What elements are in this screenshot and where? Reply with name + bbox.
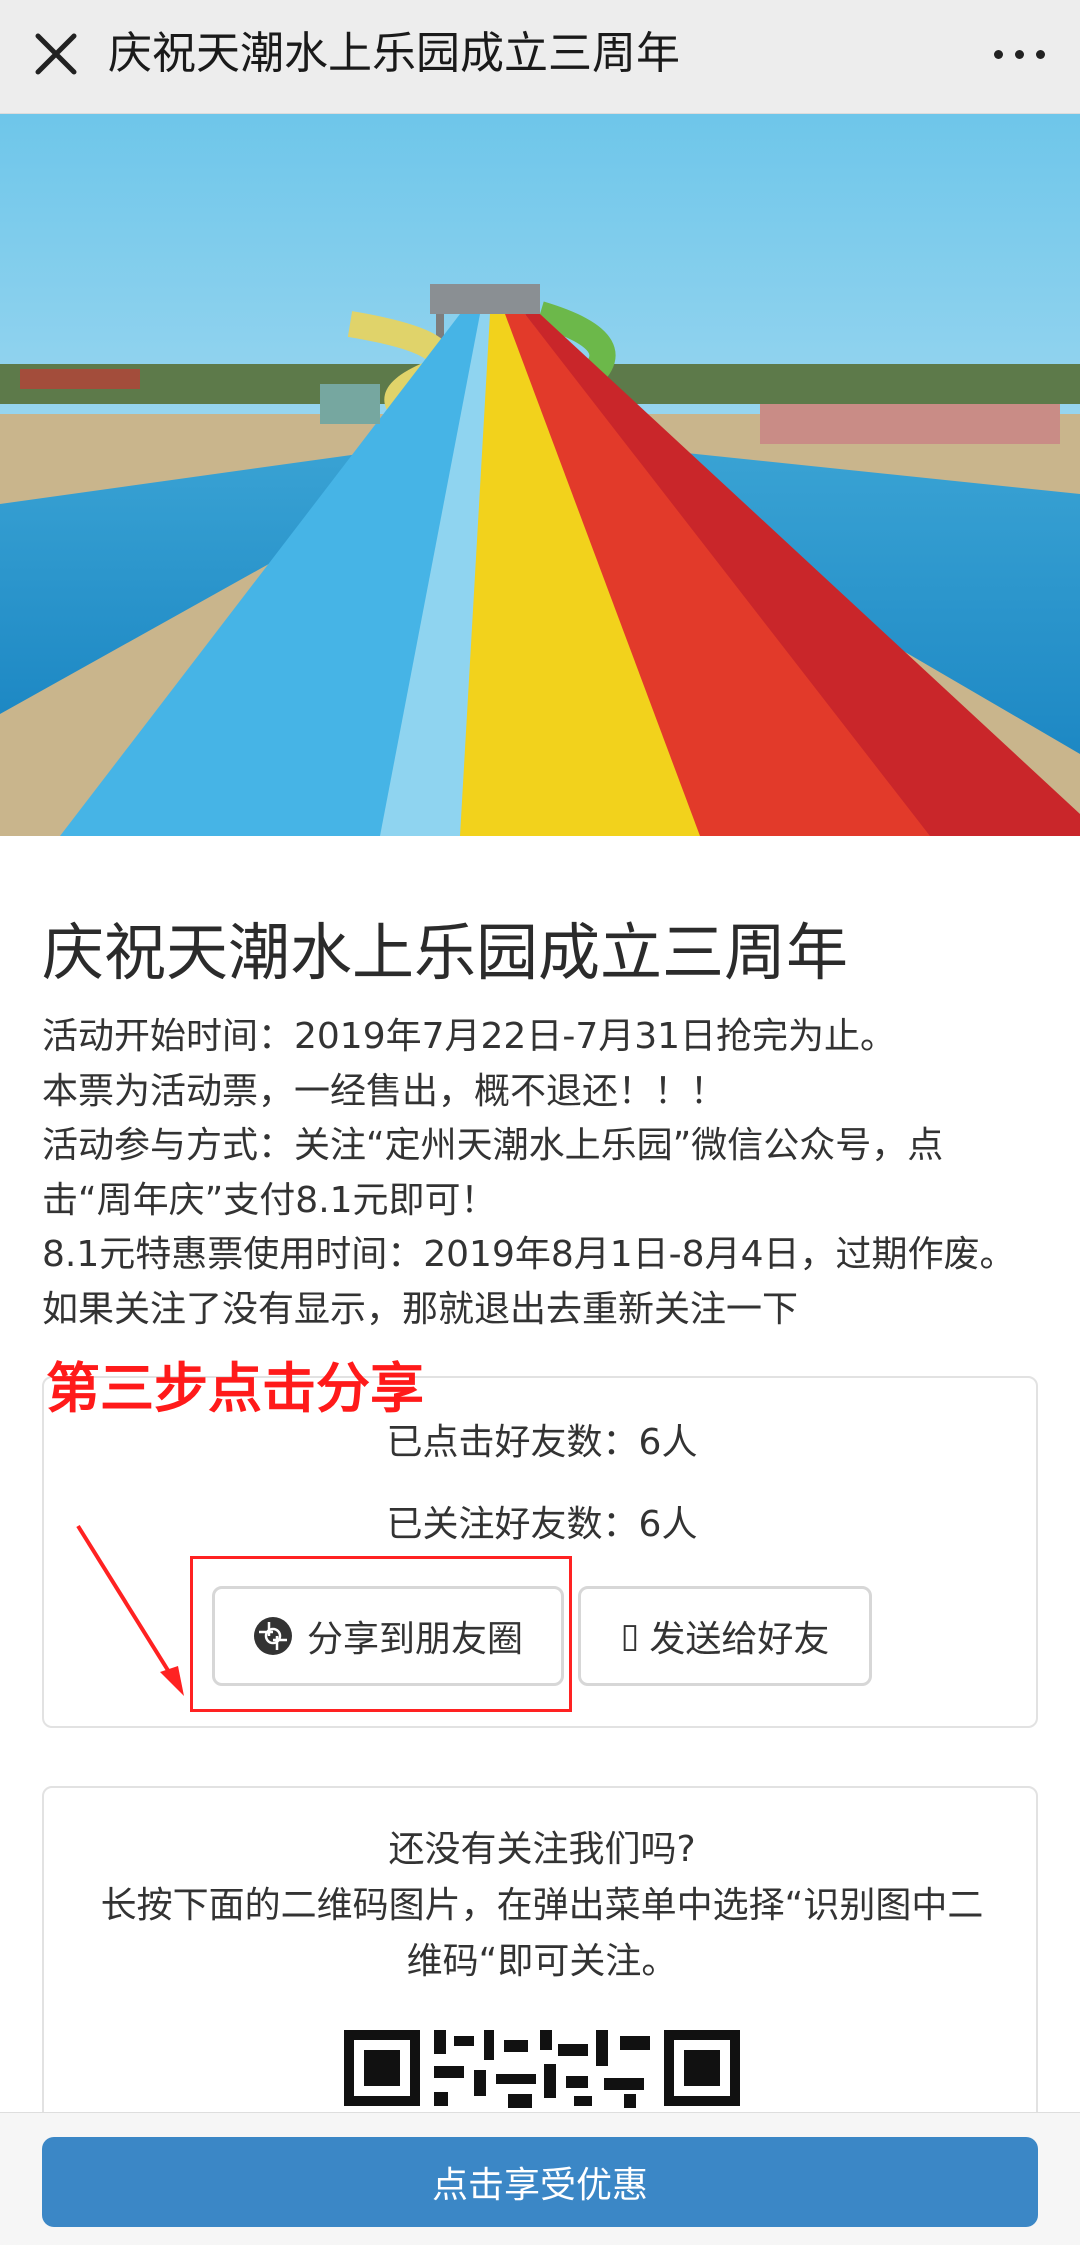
follow-question: 还没有关注我们吗? xyxy=(388,1829,696,1870)
page-title: 庆祝天潮水上乐园成立三周年 xyxy=(108,28,680,79)
friend-icon: ▯ xyxy=(620,1616,640,1656)
top-nav-bar: 庆祝天潮水上乐园成立三周年 xyxy=(0,0,1080,114)
close-icon[interactable] xyxy=(28,26,84,82)
desc-line: 活动开始时间：2019年7月22日-7月31日抢完为止。 xyxy=(42,1016,897,1057)
hero-image xyxy=(0,114,1080,836)
more-icon[interactable] xyxy=(990,28,1050,80)
step-annotation: 第三步点击分享 xyxy=(46,1357,424,1420)
send-to-friend-button[interactable]: ▯ 发送给好友 xyxy=(578,1586,872,1686)
clicked-friends-count: 已点击好友数：6人 xyxy=(386,1422,698,1463)
desc-line: 击“周年庆”支付8.1元即可！ xyxy=(42,1179,497,1221)
article-description: 活动开始时间：2019年7月22日-7月31日抢完为止。 本票为活动票，一经售出… xyxy=(42,1010,1038,1337)
desc-line: 活动参与方式：关注“定州天潮水上乐园”微信公众号，点 xyxy=(42,1125,944,1166)
article-title: 庆祝天潮水上乐园成立三周年 xyxy=(42,916,849,989)
article: 庆祝天潮水上乐园成立三周年 活动开始时间：2019年7月22日-7月31日抢完为… xyxy=(42,836,1038,1337)
bottom-bar: 点击享受优惠 xyxy=(0,2112,1080,2245)
enjoy-discount-button[interactable]: 点击享受优惠 xyxy=(42,2137,1038,2227)
desc-line: 本票为活动票，一经售出，概不退还！！！ xyxy=(42,1070,727,1112)
arrow-annotation-icon xyxy=(76,1524,184,1696)
follow-instruction: 长按下面的二维码图片，在弹出菜单中选择“识别图中二维码“即可关注。 xyxy=(100,1885,984,1982)
desc-line: 8.1元特惠票使用时间：2019年8月1日-8月4日，过期作废。 xyxy=(42,1234,1016,1275)
desc-line: 如果关注了没有显示，那就退出去重新关注一下 xyxy=(42,1288,799,1330)
send-to-friend-label: 发送给好友 xyxy=(649,1619,830,1660)
highlight-box xyxy=(190,1556,572,1712)
